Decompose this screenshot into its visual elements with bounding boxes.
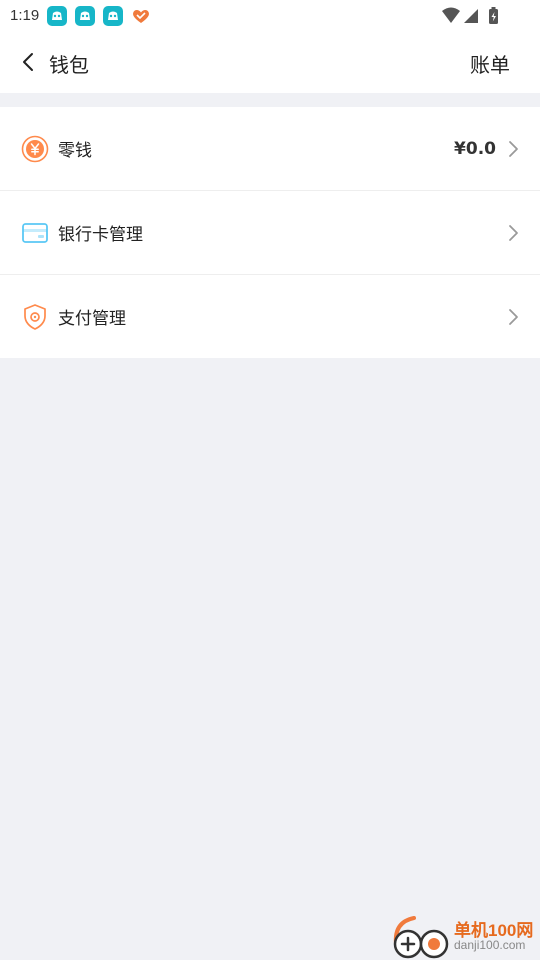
page-title: 钱包: [49, 53, 89, 77]
menu-item-label: 银行卡管理: [58, 225, 143, 245]
shield-icon: [24, 303, 46, 330]
menu-item-label: 支付管理: [58, 309, 126, 329]
status-time: 1:19: [10, 7, 40, 24]
watermark-mascot-icon: [393, 916, 449, 959]
header-bar: 钱包 账单: [0, 32, 540, 93]
menu-item-label: 零钱: [58, 141, 92, 161]
bank-card-icon: [22, 222, 48, 243]
chevron-right-icon: [509, 140, 518, 157]
wallet-menu-list: 零钱 ¥0.0 银行卡管理 支付管理: [0, 107, 540, 358]
watermark-logo: 单机100网 danji100.com: [388, 914, 540, 960]
app-notification-icon: [47, 6, 67, 26]
menu-item-bank-card[interactable]: 银行卡管理: [0, 190, 540, 274]
app-notification-icon: [75, 6, 95, 26]
heart-notification-icon: [133, 9, 149, 23]
bill-button[interactable]: 账单: [470, 49, 510, 78]
app-notification-icon: [103, 6, 123, 26]
cellular-signal-icon: [464, 9, 478, 23]
menu-item-change[interactable]: 零钱 ¥0.0: [0, 107, 540, 190]
back-button[interactable]: [12, 46, 44, 78]
balance-value: ¥0.0: [454, 138, 496, 159]
wifi-signal-battery-icon: [442, 7, 498, 24]
chevron-right-icon: [509, 308, 518, 325]
yuan-coin-icon: [21, 135, 49, 162]
system-status-icons: [440, 6, 506, 30]
chevron-right-icon: [509, 224, 518, 241]
status-bar: 1:19: [0, 0, 540, 32]
watermark-url: danji100.com: [454, 938, 526, 952]
chevron-left-icon: [23, 53, 33, 71]
menu-item-payment-management[interactable]: 支付管理: [0, 274, 540, 358]
wifi-icon: [442, 7, 460, 23]
